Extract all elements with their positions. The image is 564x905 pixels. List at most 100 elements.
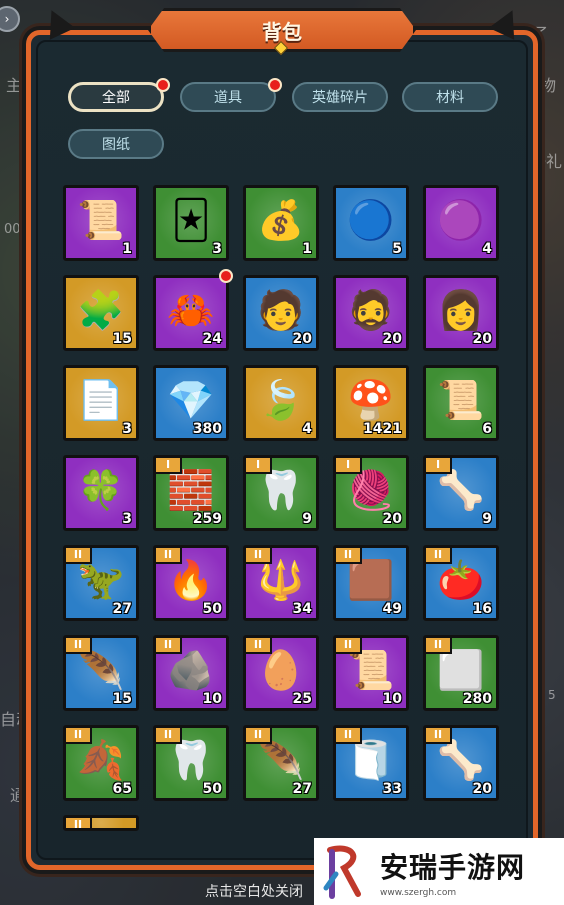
inventory-slot[interactable]: 🔥 II 50 — [153, 545, 229, 621]
inventory-slot[interactable]: 📄 3 — [63, 365, 139, 441]
item-quantity: 27 — [112, 601, 132, 617]
tier-badge: II — [66, 548, 92, 564]
white-feather-fur-icon: 🪶 — [77, 648, 125, 693]
tier-badge: II — [336, 638, 362, 654]
item-quantity: 9 — [302, 511, 312, 527]
inventory-slot[interactable]: 🦷 I 9 — [243, 455, 319, 531]
crab-icon: 🦀 — [167, 288, 215, 333]
tab-label: 道具 — [214, 90, 242, 106]
inventory-slot[interactable]: 🧻 II 33 — [333, 725, 409, 801]
tier-badge: I — [426, 458, 452, 474]
hero-fragment-redhead-icon: 👩 — [437, 288, 485, 333]
cloth-scroll-icon: 🧻 — [347, 738, 395, 783]
purple-mystery-orb-icon: 🟣 — [437, 198, 485, 243]
tooth-fang-icon: 🦷 — [257, 468, 305, 513]
item-quantity: 24 — [202, 331, 222, 347]
tier-badge: II — [156, 548, 182, 564]
item-quantity: 6 — [482, 421, 492, 437]
inventory-slot[interactable]: 🦴 II 20 — [423, 725, 499, 801]
inventory-slot[interactable]: 🪶 II 27 — [243, 725, 319, 801]
inventory-slot[interactable]: 🍃 4 — [243, 365, 319, 441]
inventory-slot[interactable]: 🍂 II 65 — [63, 725, 139, 801]
inventory-slot[interactable]: 🔱 II 34 — [243, 545, 319, 621]
item-quantity: 259 — [192, 511, 222, 527]
tab-label: 材料 — [436, 90, 464, 106]
tier-badge: II — [336, 728, 362, 744]
item-quantity: 27 — [292, 781, 312, 797]
ivory-tusk-icon: 🪶 — [257, 738, 305, 783]
iron-ingot-icon: ⬜ — [437, 648, 485, 693]
inventory-slot[interactable]: 👩 20 — [423, 275, 499, 351]
item-quantity: 10 — [382, 691, 402, 707]
inventory-slot[interactable]: 🧩 15 — [63, 275, 139, 351]
rolled-leather-icon: 📜 — [347, 648, 395, 693]
bone-icon: 🦴 — [437, 468, 485, 513]
tier-badge: I — [246, 458, 272, 474]
close-hint[interactable]: 点击空白处关闭 — [205, 881, 303, 901]
notification-dot-icon — [268, 78, 282, 92]
inventory-slot[interactable]: 📜 1 — [63, 185, 139, 261]
inventory-slot[interactable]: 🦴 I 9 — [423, 455, 499, 531]
horn-claws-icon: 🦷 — [167, 738, 215, 783]
inventory-slot[interactable]: 📜 II 10 — [333, 635, 409, 711]
inventory-slot[interactable]: 🍄 1421 — [333, 365, 409, 441]
tier-badge: II — [156, 638, 182, 654]
tab-3[interactable]: 英雄碎片 — [292, 82, 388, 112]
pink-fur-pelt-icon: 🧶 — [347, 468, 395, 513]
tab-4[interactable]: 材料 — [402, 82, 498, 112]
inventory-slot[interactable]: 🟣 4 — [423, 185, 499, 261]
inventory-slot[interactable]: 🪨 II 10 — [153, 635, 229, 711]
inventory-slot[interactable]: 🔵 5 — [333, 185, 409, 261]
bg-label: 00 — [4, 222, 21, 237]
inventory-slot[interactable]: 🦖 II 27 — [63, 545, 139, 621]
inventory-slot[interactable]: ⬜ II 280 — [423, 635, 499, 711]
inventory-slot[interactable]: 🦷 II 50 — [153, 725, 229, 801]
tab-2[interactable]: 道具 — [180, 82, 276, 112]
inventory-slot[interactable]: 🍀 3 — [63, 455, 139, 531]
tier-badge: II — [426, 728, 452, 744]
inventory-slot[interactable]: 🃏 3 — [153, 185, 229, 261]
hero-fragment-headband-icon: 🧔 — [347, 288, 395, 333]
watermark-title: 安瑞手游网 — [380, 850, 526, 884]
item-quantity: 4 — [482, 241, 492, 257]
item-quantity: 3 — [122, 511, 132, 527]
tab-5[interactable]: 图纸 — [68, 129, 164, 159]
inventory-slot[interactable]: 💎 380 — [153, 365, 229, 441]
watermark-logo-icon — [323, 845, 361, 899]
inventory-slot[interactable]: 🧱 I 259 — [153, 455, 229, 531]
bg-label: 5 — [548, 688, 556, 702]
bg-label: 主 — [6, 76, 23, 95]
tier-badge: I — [156, 458, 182, 474]
inventory-slot[interactable]: 🍅 II 16 — [423, 545, 499, 621]
item-quantity: 1421 — [363, 421, 402, 437]
inventory-slot[interactable]: 🪶 II 15 — [63, 635, 139, 711]
item-quantity: 10 — [202, 691, 222, 707]
inventory-slot[interactable]: 🧶 I 20 — [333, 455, 409, 531]
stone-block-icon: 🧱 — [167, 468, 215, 513]
inventory-slot[interactable]: 🟫 II 49 — [333, 545, 409, 621]
tomato-icon: 🍅 — [437, 558, 485, 603]
inventory-slot[interactable]: 🥚 II 25 — [243, 635, 319, 711]
tier-badge: II — [246, 548, 272, 564]
tab-1[interactable]: 全部 — [68, 82, 164, 112]
item-quantity: 20 — [382, 511, 402, 527]
item-quantity: 16 — [472, 601, 492, 617]
item-quantity: 50 — [202, 601, 222, 617]
bg-label: 通 — [10, 786, 27, 805]
inventory-slot[interactable]: 🧔 20 — [333, 275, 409, 351]
tier-badge: II — [426, 548, 452, 564]
leaf-puzzle-icon: 🧩 — [77, 288, 125, 333]
inventory-slot[interactable]: 🦀 24 — [153, 275, 229, 351]
inventory-slot[interactable]: II — [63, 815, 139, 831]
inventory-slot[interactable]: 🧑 20 — [243, 275, 319, 351]
item-quantity: 20 — [472, 331, 492, 347]
card-pack-icon: 🃏 — [171, 198, 211, 243]
spear-icon: 🔱 — [257, 558, 305, 603]
notification-dot-icon — [219, 269, 233, 283]
item-quantity: 3 — [122, 421, 132, 437]
inventory-slot[interactable]: 📜 6 — [423, 365, 499, 441]
item-quantity: 1 — [302, 241, 312, 257]
item-quantity: 5 — [392, 241, 402, 257]
inventory-slot[interactable]: 💰 1 — [243, 185, 319, 261]
item-quantity: 20 — [382, 331, 402, 347]
